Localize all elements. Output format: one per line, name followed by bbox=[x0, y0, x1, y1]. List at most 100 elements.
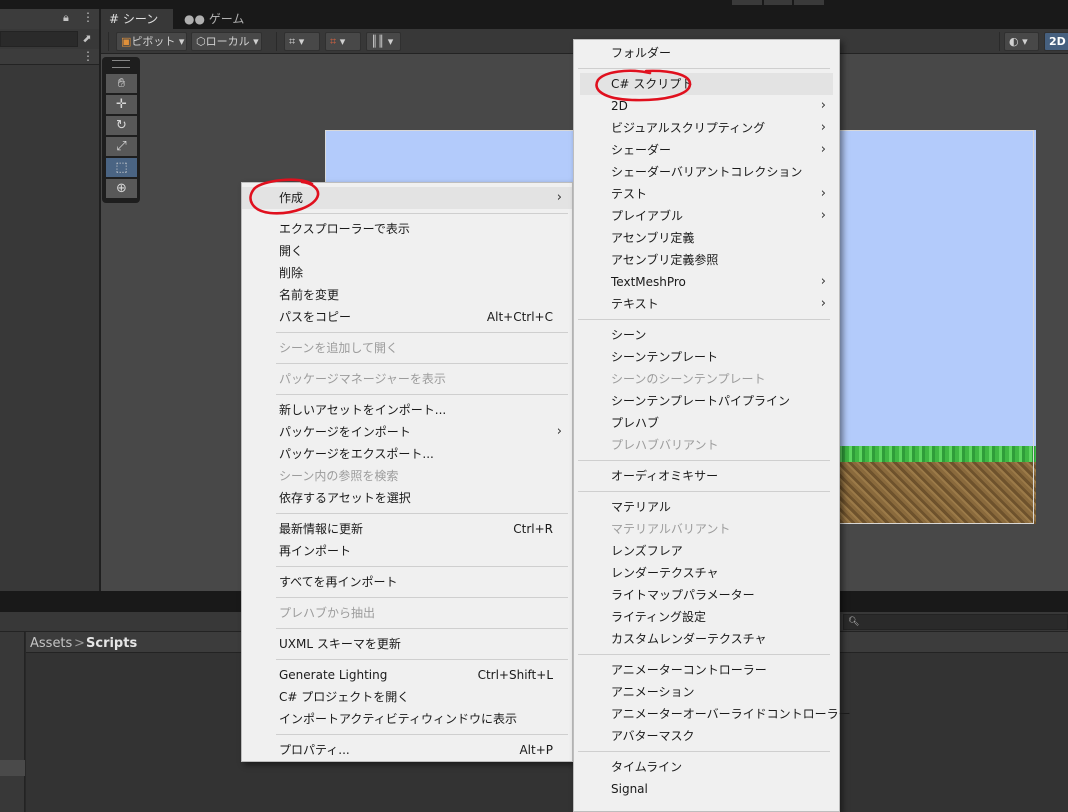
menu-item[interactable]: タイムライン bbox=[574, 756, 839, 778]
menu-item[interactable]: パッケージをインポート › bbox=[242, 421, 572, 443]
menu-item[interactable]: レンダーテクスチャ bbox=[574, 562, 839, 584]
move-tool-icon[interactable]: ✛ bbox=[106, 95, 137, 114]
menu-item[interactable]: C# プロジェクトを開く bbox=[242, 686, 572, 708]
top-control[interactable] bbox=[732, 0, 762, 5]
grid-snap-icon: ⌗ bbox=[289, 35, 296, 48]
scale-tool-icon[interactable]: ⤢ bbox=[106, 137, 137, 156]
tab-scene-label: シーン bbox=[122, 12, 159, 26]
transform-tool-icon[interactable]: ⊕ bbox=[106, 179, 137, 198]
menu-item[interactable]: 依存するアセットを選択 bbox=[242, 487, 572, 509]
menu-item[interactable]: オーディオミキサー bbox=[574, 465, 839, 487]
menu-item[interactable]: マテリアル bbox=[574, 496, 839, 518]
menu-item[interactable]: パスをコピー Alt+Ctrl+C bbox=[242, 306, 572, 328]
menu-item-label: 新しいアセットをインポート... bbox=[279, 403, 447, 417]
menu-item[interactable]: アバターマスク bbox=[574, 725, 839, 747]
menu-item-label: アニメーターコントローラー bbox=[611, 663, 767, 677]
2d-toggle-button[interactable]: 2D bbox=[1044, 32, 1068, 51]
folder-tree-selected-row[interactable] bbox=[0, 760, 25, 776]
menu-item-label: シーンテンプレートパイプライン bbox=[611, 394, 791, 408]
menu-separator bbox=[276, 513, 568, 514]
menu-item[interactable]: 開く bbox=[242, 240, 572, 262]
menu-item[interactable]: 新しいアセットをインポート... bbox=[242, 399, 572, 421]
ruler-dropdown[interactable]: ║║ ▾ bbox=[366, 32, 401, 51]
menu-item: シーン内の参照を検索 bbox=[242, 465, 572, 487]
menu-item[interactable]: 削除 bbox=[242, 262, 572, 284]
menu-item[interactable]: ライトマップパラメーター bbox=[574, 584, 839, 606]
maximize-icon[interactable]: ⬈ bbox=[80, 31, 94, 47]
menu-item[interactable]: アニメーターオーバーライドコントローラー bbox=[574, 703, 851, 725]
menu-item-label: プレイアブル bbox=[611, 209, 684, 223]
menu-item[interactable]: C# スクリプト bbox=[580, 73, 833, 95]
grid-snap-dropdown[interactable]: ⌗ ▾ bbox=[284, 32, 320, 51]
menu-item[interactable]: プレイアブル › bbox=[574, 205, 839, 227]
shading-dropdown[interactable]: ◐ ▾ bbox=[1004, 32, 1039, 51]
top-control[interactable] bbox=[794, 0, 824, 5]
menu-item[interactable]: シーン bbox=[574, 324, 839, 346]
increment-snap-dropdown[interactable]: ⌗ ▾ bbox=[325, 32, 361, 51]
menu-item[interactable]: テスト › bbox=[574, 183, 839, 205]
menu-item[interactable]: ライティング設定 bbox=[574, 606, 839, 628]
pivot-dropdown[interactable]: ▣ピボット ▾ bbox=[116, 32, 187, 51]
menu-item[interactable]: すべてを再インポート bbox=[242, 571, 572, 593]
menu-item[interactable]: Generate Lighting Ctrl+Shift+L bbox=[242, 664, 572, 686]
menu-item[interactable]: UXML スキーマを更新 bbox=[242, 633, 572, 655]
menu-item-label: オーディオミキサー bbox=[611, 469, 719, 483]
tab-scene[interactable]: # シーン bbox=[101, 9, 173, 29]
breadcrumb-scripts[interactable]: Scripts bbox=[86, 636, 137, 651]
hand-tool-icon[interactable]: ✋︎ bbox=[106, 74, 137, 93]
hierarchy-panel bbox=[0, 9, 99, 591]
menu-item-label: マテリアル bbox=[611, 500, 671, 514]
menu-item[interactable]: テキスト › bbox=[574, 293, 839, 315]
gamepad-icon: ●● bbox=[184, 12, 205, 26]
hierarchy-search-input[interactable] bbox=[0, 31, 78, 47]
menu-separator bbox=[276, 597, 568, 598]
chevron-right-icon: › bbox=[820, 120, 826, 135]
menu-item[interactable]: 名前を変更 bbox=[242, 284, 572, 306]
menu-item-label: プレハブバリアント bbox=[611, 438, 719, 452]
menu-item[interactable]: プレハブ bbox=[574, 412, 839, 434]
top-control[interactable] bbox=[764, 0, 792, 5]
menu-item[interactable]: シーンテンプレートパイプライン bbox=[574, 390, 839, 412]
menu-item[interactable]: 最新情報に更新 Ctrl+R bbox=[242, 518, 572, 540]
menu-item[interactable]: TextMeshPro › bbox=[574, 271, 839, 293]
rotate-tool-icon[interactable]: ↻ bbox=[106, 116, 137, 135]
menu-item[interactable]: ビジュアルスクリプティング › bbox=[574, 117, 839, 139]
pivot-label: ピボット bbox=[131, 35, 176, 48]
menu-item-label: カスタムレンダーテクスチャ bbox=[611, 632, 767, 646]
menu-item[interactable]: レンズフレア bbox=[574, 540, 839, 562]
menu-item[interactable]: アニメーターコントローラー bbox=[574, 659, 839, 681]
lock-icon[interactable]: 🔒︎ bbox=[63, 11, 69, 25]
menu-item[interactable]: アセンブリ定義参照 bbox=[574, 249, 839, 271]
menu-item[interactable]: 作成 › bbox=[242, 187, 572, 209]
project-search-input[interactable]: 🔍︎ bbox=[843, 614, 1068, 630]
breadcrumb-assets[interactable]: Assets bbox=[30, 636, 72, 651]
menu-item[interactable]: シェーダーバリアントコレクション bbox=[574, 161, 839, 183]
hierarchy-row[interactable]: ⋮ bbox=[0, 49, 99, 65]
menu-item[interactable]: プロパティ... Alt+P bbox=[242, 739, 572, 761]
menu-item[interactable]: パッケージをエクスポート... bbox=[242, 443, 572, 465]
menu-item[interactable]: カスタムレンダーテクスチャ bbox=[574, 628, 839, 650]
menu-item-label: シーンテンプレート bbox=[611, 350, 719, 364]
menu-item[interactable]: フォルダー bbox=[574, 42, 839, 64]
cube-icon: ⬡ bbox=[196, 35, 206, 48]
menu-item-label: シーンを追加して開く bbox=[279, 341, 399, 355]
local-dropdown[interactable]: ⬡ローカル ▾ bbox=[191, 32, 262, 51]
project-folder-tree[interactable] bbox=[0, 632, 25, 812]
menu-item[interactable]: エクスプローラーで表示 bbox=[242, 218, 572, 240]
menu-item[interactable]: アセンブリ定義 bbox=[574, 227, 839, 249]
menu-item[interactable]: 2D › bbox=[574, 95, 839, 117]
more-menu-icon[interactable]: ⋮ bbox=[82, 49, 94, 63]
create-submenu: フォルダー C# スクリプト 2D › ビジュアルスクリプティング › シェーダー › シェーダ… bbox=[573, 39, 851, 812]
menu-item[interactable]: 再インポート bbox=[242, 540, 572, 562]
menu-item[interactable]: シーンテンプレート bbox=[574, 346, 839, 368]
menu-item[interactable]: シェーダー › bbox=[574, 139, 839, 161]
rect-tool-icon[interactable]: ⬚ bbox=[106, 158, 137, 177]
more-menu-icon[interactable]: ⋮ bbox=[82, 10, 94, 24]
menu-item-label: 2D bbox=[611, 99, 628, 113]
menu-item[interactable]: インポートアクティビティウィンドウに表示 bbox=[242, 708, 572, 730]
toolbar-separator bbox=[108, 32, 109, 51]
menu-item[interactable]: アニメーション bbox=[574, 681, 839, 703]
palette-handle-icon[interactable] bbox=[112, 60, 130, 68]
tab-game[interactable]: ●● ゲーム bbox=[176, 9, 258, 29]
menu-item[interactable]: Signal bbox=[574, 778, 839, 800]
